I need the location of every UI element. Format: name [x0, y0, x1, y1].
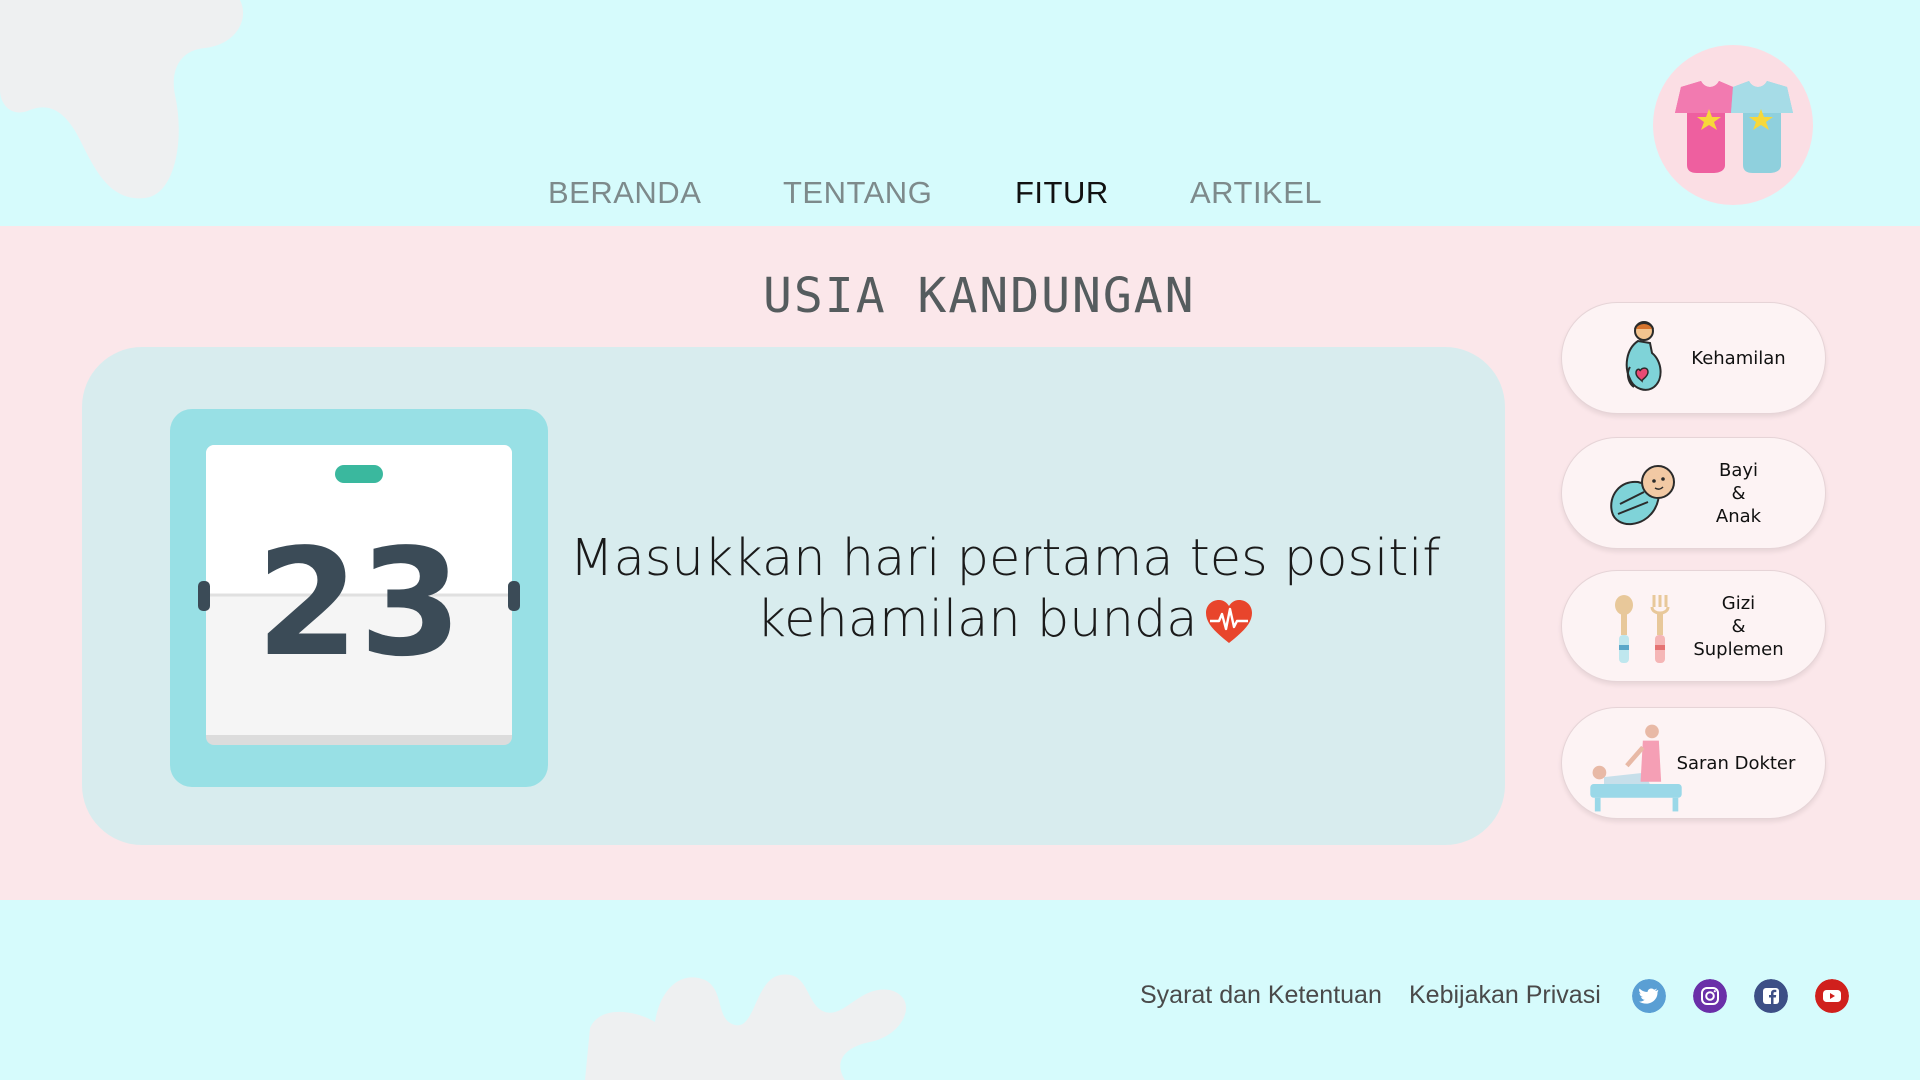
side-button-gizi-suplemen[interactable]: Gizi & Suplemen	[1561, 570, 1826, 682]
calendar-day: 23	[256, 517, 462, 689]
splash-decoration-top	[0, 0, 244, 199]
side-button-label: Saran Dokter	[1676, 752, 1796, 774]
instruction-line-1: Masukkan hari pertama tes positif	[569, 529, 1441, 588]
side-button-saran-dokter[interactable]: Saran Dokter	[1561, 707, 1826, 819]
nav-item-tentang[interactable]: TENTANG	[783, 175, 932, 211]
youtube-icon[interactable]	[1815, 979, 1849, 1013]
instruction-text: Masukkan hari pertama tes positif kehami…	[565, 528, 1445, 650]
instagram-icon[interactable]	[1693, 979, 1727, 1013]
baby-onesies-icon	[1675, 81, 1793, 173]
side-button-kehamilan[interactable]: Kehamilan	[1561, 302, 1826, 414]
terms-link[interactable]: Syarat dan Ketentuan	[1140, 981, 1382, 1010]
page-title: USIA KANDUNGAN	[763, 268, 1196, 324]
facebook-icon[interactable]	[1754, 979, 1788, 1013]
instruction-line-2: kehamilan bunda	[756, 590, 1198, 649]
privacy-link[interactable]: Kebijakan Privasi	[1409, 981, 1601, 1010]
splash-decoration-bottom	[585, 974, 907, 1080]
logo[interactable]	[1653, 45, 1813, 205]
side-button-label: Bayi & Anak	[1715, 459, 1762, 527]
side-button-label: Gizi & Suplemen	[1693, 592, 1784, 660]
calendar-icon[interactable]: 23	[170, 409, 548, 787]
side-button-bayi-anak[interactable]: Bayi & Anak	[1561, 437, 1826, 549]
side-button-label: Kehamilan	[1691, 347, 1786, 369]
nav-item-fitur[interactable]: FITUR	[1015, 175, 1109, 211]
twitter-icon[interactable]	[1632, 979, 1666, 1013]
heartbeat-heart-icon	[1205, 600, 1252, 643]
nav-item-artikel[interactable]: ARTIKEL	[1190, 175, 1322, 211]
nav-item-beranda[interactable]: BERANDA	[548, 175, 701, 211]
